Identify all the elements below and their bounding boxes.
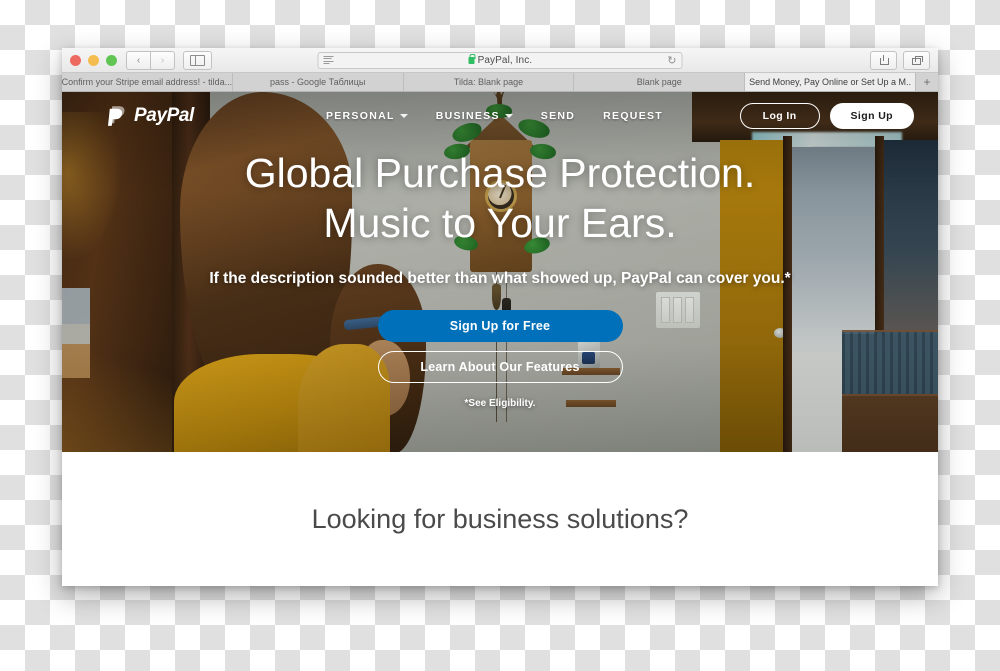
new-tab-button[interactable]: + — [916, 73, 938, 91]
maximize-window-icon[interactable] — [106, 54, 117, 66]
hero-cta-group: Sign Up for Free Learn About Our Feature… — [377, 310, 623, 409]
chevron-down-icon — [504, 114, 513, 118]
address-bar[interactable]: PayPal, Inc. ↻ — [317, 51, 683, 69]
nav-account-actions: Log In Sign Up — [739, 103, 914, 129]
close-window-icon[interactable] — [70, 54, 81, 66]
chevron-down-icon — [399, 114, 408, 118]
sidebar-icon — [190, 54, 205, 66]
business-solutions-section: Looking for business solutions? — [62, 452, 938, 586]
share-button[interactable] — [870, 50, 897, 70]
reader-view-icon[interactable] — [323, 56, 334, 64]
lock-icon — [468, 53, 476, 64]
window-controls — [70, 54, 117, 66]
address-bar-content: PayPal, Inc. — [334, 53, 668, 66]
minimize-window-icon[interactable] — [88, 54, 99, 66]
reload-icon[interactable]: ↻ — [667, 54, 676, 67]
business-solutions-heading: Looking for business solutions? — [311, 504, 689, 534]
hero-section: PayPal PERSONAL BUSINESS SEND REQUEST Lo… — [62, 92, 938, 452]
browser-tab-active[interactable]: Send Money, Pay Online or Set Up a M.. — [745, 73, 916, 91]
page-viewport: PayPal PERSONAL BUSINESS SEND REQUEST Lo… — [62, 92, 938, 586]
site-navigation-bar: PayPal PERSONAL BUSINESS SEND REQUEST Lo… — [62, 92, 938, 140]
learn-about-features-button[interactable]: Learn About Our Features — [377, 351, 623, 384]
show-all-tabs-button[interactable] — [903, 50, 930, 70]
paypal-wordmark: PayPal — [134, 105, 194, 126]
nav-item-personal[interactable]: PERSONAL — [326, 110, 408, 122]
nav-item-business-label: BUSINESS — [435, 110, 500, 122]
nav-item-request-label: REQUEST — [603, 110, 664, 122]
eligibility-footnote[interactable]: *See Eligibility. — [465, 398, 536, 409]
nav-item-request[interactable]: REQUEST — [603, 110, 663, 122]
nav-item-business[interactable]: BUSINESS — [436, 110, 513, 122]
sign-up-button[interactable]: Sign Up — [829, 103, 914, 129]
forward-button[interactable]: › — [151, 50, 175, 70]
site-title-text: PayPal, Inc. — [477, 54, 533, 66]
safari-browser-window: ‹ › PayPal, Inc. ↻ Confirm your Stripe e… — [62, 48, 938, 586]
log-in-button[interactable]: Log In — [739, 103, 820, 129]
tabs-overview-icon — [911, 56, 923, 65]
browser-tab[interactable]: Tilda: Blank page — [404, 73, 575, 91]
browser-tab[interactable]: Confirm your Stripe email address! - til… — [62, 73, 233, 91]
paypal-logo[interactable]: PayPal — [108, 105, 194, 127]
browser-tab[interactable]: Blank page — [574, 73, 746, 91]
back-button[interactable]: ‹ — [126, 50, 151, 70]
share-icon — [879, 55, 889, 65]
paypal-mark-icon — [108, 105, 128, 127]
toolbar-right-buttons — [870, 50, 930, 70]
nav-item-personal-label: PERSONAL — [325, 110, 395, 122]
nav-item-send[interactable]: SEND — [541, 110, 575, 122]
tab-strip: Confirm your Stripe email address! - til… — [62, 73, 938, 92]
sidebar-toggle-button[interactable] — [183, 50, 212, 70]
browser-tab[interactable]: pass - Google Таблицы — [233, 73, 404, 91]
navigation-buttons: ‹ › — [126, 50, 175, 70]
primary-nav-links: PERSONAL BUSINESS SEND REQUEST — [326, 110, 663, 122]
browser-titlebar: ‹ › PayPal, Inc. ↻ — [62, 48, 938, 73]
nav-item-send-label: SEND — [540, 110, 576, 122]
screenshot-canvas: ‹ › PayPal, Inc. ↻ Confirm your Stripe e… — [0, 0, 1000, 671]
sign-up-for-free-button[interactable]: Sign Up for Free — [377, 310, 623, 343]
